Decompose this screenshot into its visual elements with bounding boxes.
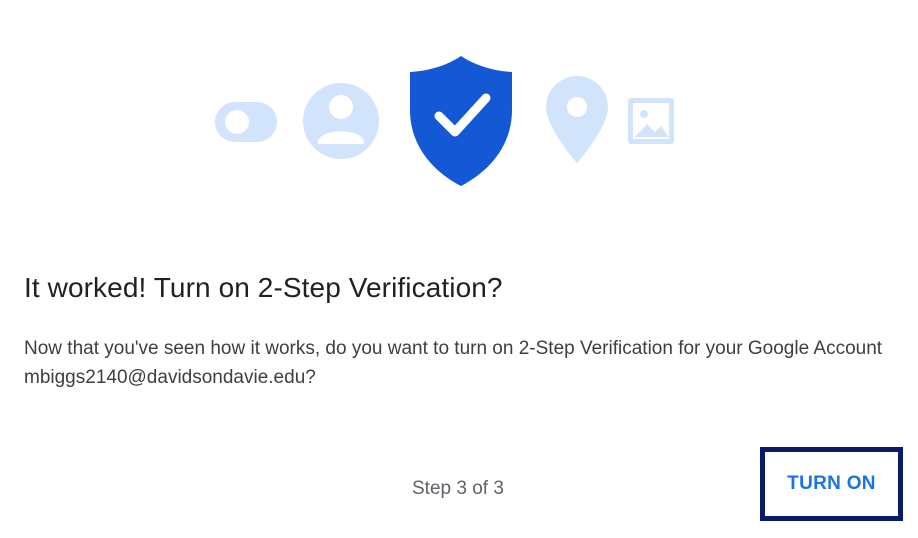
image-icon (628, 98, 674, 144)
turn-on-highlight-box: TURN ON (760, 447, 903, 521)
person-icon (303, 83, 379, 159)
shield-check-icon (410, 56, 512, 186)
security-illustration (215, 56, 674, 186)
toggle-icon (215, 102, 277, 142)
dialog-description: Now that you've seen how it works, do yo… (24, 338, 883, 388)
location-pin-icon (546, 76, 608, 163)
dialog-title: It worked! Turn on 2-Step Verification? (24, 272, 503, 303)
two-step-verification-dialog: It worked! Turn on 2-Step Verification? … (0, 0, 918, 538)
turn-on-button[interactable]: TURN ON (779, 467, 884, 501)
step-indicator: Step 3 of 3 (412, 478, 504, 499)
